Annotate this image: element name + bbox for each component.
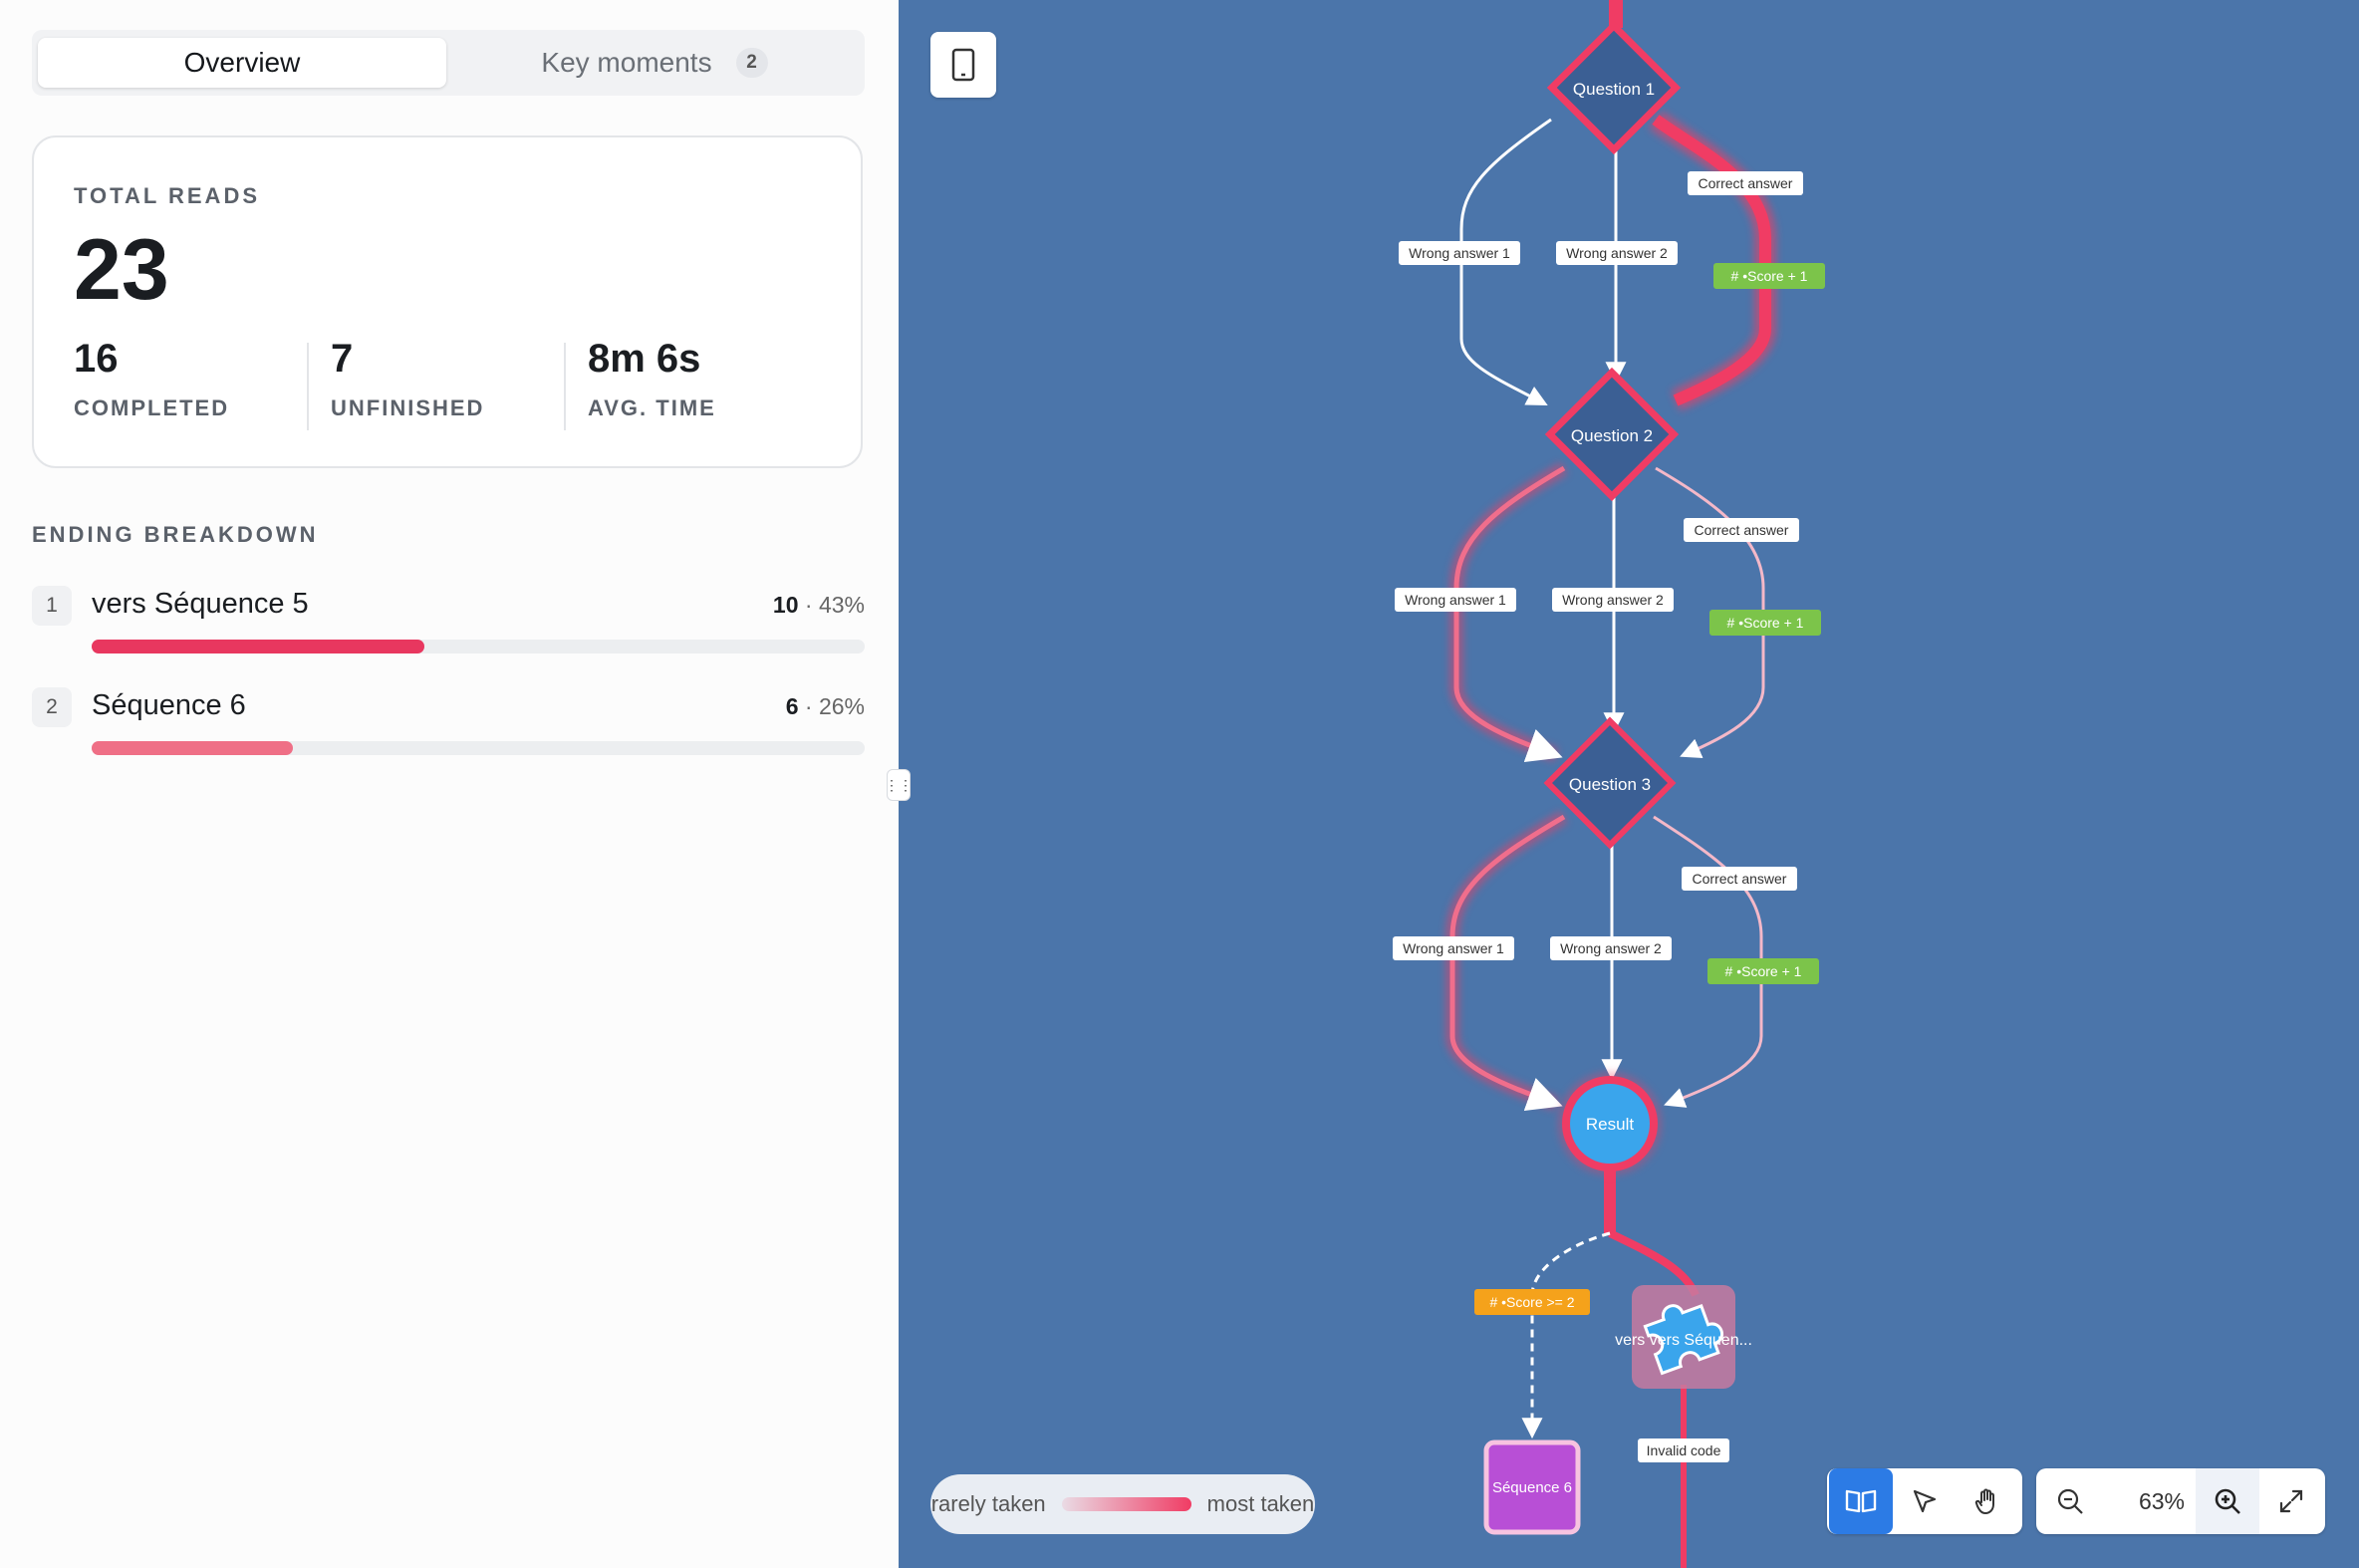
ending-progress-track <box>92 741 865 755</box>
legend-most-label: most taken <box>1206 1491 1315 1516</box>
flow-edge-condition-dashed <box>1521 1231 1611 1439</box>
svg-text:Wrong answer 1: Wrong answer 1 <box>1403 940 1504 956</box>
svg-text:Wrong answer 1: Wrong answer 1 <box>1405 592 1506 608</box>
svg-text:# •Score >= 2: # •Score >= 2 <box>1489 1294 1574 1310</box>
sequence-label: Séquence 6 <box>1492 1479 1572 1496</box>
ending-count-value: 6 <box>785 693 799 719</box>
question-label: Question 2 <box>1571 426 1653 445</box>
stat-divider <box>564 343 566 430</box>
ending-rank: 1 <box>32 586 72 626</box>
ending-breakdown-title: ENDING BREAKDOWN <box>32 522 319 547</box>
ending-row[interactable]: 1 vers Séquence 5 10 · 43% <box>32 586 865 665</box>
legend-rarely-label: rarely taken <box>930 1491 1046 1516</box>
zoom-in-icon <box>2215 1488 2240 1514</box>
zoom-toolbar: 63% <box>2036 1468 2325 1534</box>
sequence-node: Séquence 6 <box>1483 1439 1581 1535</box>
completed-label: COMPLETED <box>74 395 230 420</box>
ending-progress-fill <box>92 640 424 653</box>
puzzle-label: vers vers Séquen... <box>1615 1332 1752 1349</box>
score-tag: # •Score + 1 <box>1709 610 1821 636</box>
interaction-mode-toolbar <box>1827 1468 2022 1534</box>
condition-tag: # •Score >= 2 <box>1474 1289 1590 1315</box>
ending-name: vers Séquence 5 <box>92 588 309 620</box>
avg-time-value: 8m 6s <box>588 337 701 381</box>
fullscreen-button[interactable] <box>2259 1468 2323 1534</box>
ending-count: 6 · 26% <box>786 693 865 720</box>
question-label: Question 3 <box>1569 775 1651 794</box>
zoom-out-icon <box>2057 1488 2083 1514</box>
ending-percent: · 26% <box>804 693 865 719</box>
tab-key-moments-label: Key moments <box>541 47 712 78</box>
edge-label-correct: Correct answer <box>1688 171 1803 195</box>
unfinished-stat: 7 UNFINISHED <box>331 337 484 421</box>
flow-graph: Question 1 Question 2 Question 3 Correct… <box>1393 0 1825 1568</box>
question-node: Question 3 <box>1543 716 1677 850</box>
key-moments-count-badge: 2 <box>735 48 768 78</box>
edge-label-wrong2: Wrong answer 2 <box>1552 588 1674 612</box>
svg-text:Correct answer: Correct answer <box>1693 871 1787 887</box>
avg-time-label: AVG. TIME <box>588 395 716 420</box>
result-label: Result <box>1586 1115 1634 1134</box>
tab-bar: Overview Key moments 2 <box>32 30 865 96</box>
avg-time-stat: 8m 6s AVG. TIME <box>588 337 716 421</box>
svg-text:# •Score + 1: # •Score + 1 <box>1727 615 1804 631</box>
read-mode-button[interactable] <box>1829 1468 1893 1534</box>
edge-label-correct: Correct answer <box>1682 867 1797 891</box>
total-reads-value: 23 <box>74 222 169 318</box>
hand-icon <box>1974 1488 1994 1514</box>
ending-row[interactable]: 2 Séquence 6 6 · 26% <box>32 687 865 767</box>
expand-icon <box>2279 1489 2303 1513</box>
zoom-out-button[interactable] <box>2038 1468 2102 1534</box>
question-label: Question 1 <box>1573 80 1655 99</box>
svg-text:Invalid code: Invalid code <box>1647 1442 1721 1458</box>
svg-text:Correct answer: Correct answer <box>1699 175 1793 191</box>
book-icon <box>1845 1489 1877 1513</box>
ending-progress-fill <box>92 741 293 755</box>
stat-divider <box>307 343 309 430</box>
completed-stat: 16 COMPLETED <box>74 337 229 421</box>
legend-gradient <box>1061 1497 1191 1511</box>
edge-label-wrong2: Wrong answer 2 <box>1556 241 1678 265</box>
svg-text:# •Score + 1: # •Score + 1 <box>1725 963 1802 979</box>
score-tag: # •Score + 1 <box>1707 958 1819 984</box>
edge-label-wrong2: Wrong answer 2 <box>1550 936 1672 960</box>
left-panel: Overview Key moments 2 TOTAL READS 23 16 … <box>0 0 899 1568</box>
question-node: Question 2 <box>1544 367 1680 502</box>
svg-text:Wrong answer 1: Wrong answer 1 <box>1409 245 1510 261</box>
completed-value: 16 <box>74 337 119 381</box>
puzzle-node: vers vers Séquen... <box>1615 1285 1752 1389</box>
edge-label-wrong1: Wrong answer 1 <box>1399 241 1520 265</box>
edge-label-wrong1: Wrong answer 1 <box>1395 588 1516 612</box>
tab-overview[interactable]: Overview <box>38 38 446 88</box>
svg-text:# •Score + 1: # •Score + 1 <box>1731 268 1808 284</box>
tab-key-moments[interactable]: Key moments 2 <box>450 38 859 88</box>
ending-progress-track <box>92 640 865 653</box>
pointer-icon <box>1913 1489 1937 1513</box>
score-tag: # •Score + 1 <box>1713 263 1825 289</box>
ending-count-value: 10 <box>772 592 799 618</box>
result-node: Result <box>1558 1072 1662 1176</box>
edge-label-correct: Correct answer <box>1684 518 1799 542</box>
heat-legend: rarely taken most taken <box>930 1474 1315 1534</box>
unfinished-label: UNFINISHED <box>331 395 485 420</box>
ending-rank: 2 <box>32 687 72 727</box>
svg-text:Wrong answer 2: Wrong answer 2 <box>1560 940 1662 956</box>
ending-name: Séquence 6 <box>92 689 246 721</box>
unfinished-value: 7 <box>331 337 354 381</box>
pan-mode-button[interactable] <box>1957 1468 2020 1534</box>
reads-summary-card: TOTAL READS 23 16 COMPLETED 7 UNFINISHED… <box>32 135 863 468</box>
flow-canvas[interactable]: Question 1 Question 2 Question 3 Correct… <box>899 0 2359 1568</box>
svg-text:Correct answer: Correct answer <box>1695 522 1789 538</box>
edge-label-wrong1: Wrong answer 1 <box>1393 936 1514 960</box>
panel-resize-handle[interactable]: ⋮⋮ <box>885 769 913 801</box>
ending-count: 10 · 43% <box>773 592 865 619</box>
select-mode-button[interactable] <box>1893 1468 1957 1534</box>
svg-text:Wrong answer 2: Wrong answer 2 <box>1566 245 1668 261</box>
tab-overview-label: Overview <box>183 47 301 78</box>
zoom-in-button[interactable] <box>2196 1468 2259 1534</box>
edge-label-invalid-code: Invalid code <box>1638 1438 1729 1462</box>
total-reads-label: TOTAL READS <box>74 183 261 208</box>
svg-text:Wrong answer 2: Wrong answer 2 <box>1562 592 1664 608</box>
ending-percent: · 43% <box>804 592 865 618</box>
